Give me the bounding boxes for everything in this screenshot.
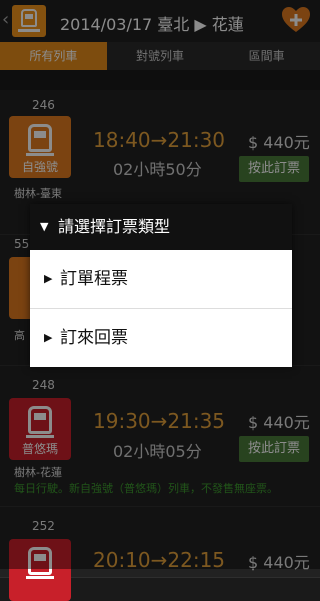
triangle-right-icon: ▶ <box>44 272 53 285</box>
option-label: 訂單程票 <box>60 269 128 289</box>
option-label: 訂來回票 <box>60 328 128 348</box>
dialog-header: ▼ 請選擇訂票類型 <box>30 204 292 250</box>
triangle-down-icon: ▼ <box>40 220 49 233</box>
dialog-title: 請選擇訂票類型 <box>58 217 171 236</box>
ticket-type-dialog: ▼ 請選擇訂票類型 ▶ 訂單程票 ▶ 訂來回票 <box>30 204 292 367</box>
one-way-ticket-option[interactable]: ▶ 訂單程票 <box>30 250 292 308</box>
triangle-right-icon: ▶ <box>44 331 53 344</box>
round-trip-ticket-option[interactable]: ▶ 訂來回票 <box>30 309 292 367</box>
